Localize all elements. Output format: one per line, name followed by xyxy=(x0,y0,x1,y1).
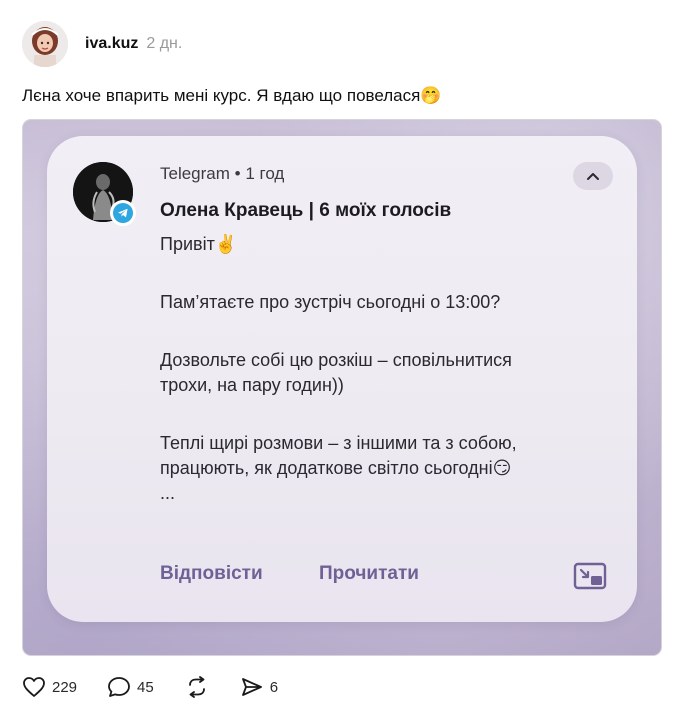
comment-icon xyxy=(108,677,130,697)
notification-sender: Олена Кравець | 6 моїх голосів xyxy=(160,200,452,221)
repost-button[interactable] xyxy=(184,676,210,698)
message-line: ... xyxy=(160,483,176,503)
chevron-up-icon xyxy=(587,173,599,180)
like-button[interactable]: 229 xyxy=(22,676,77,698)
telegram-badge xyxy=(110,200,136,226)
message-line: трохи, на пару годин)) xyxy=(160,375,344,395)
comment-button[interactable]: 45 xyxy=(107,676,154,698)
reply-button[interactable]: Відповісти xyxy=(160,563,263,585)
post-header: iva.kuz 2 дн. xyxy=(22,20,182,68)
send-icon xyxy=(241,678,262,696)
message-line: Теплі щирі розмови – з іншими та з собою… xyxy=(160,433,517,453)
message-line: Привіт✌️ xyxy=(160,234,238,254)
message-line: Дозвольте собі цю розкіш – сповільнитися xyxy=(160,350,512,370)
telegram-icon xyxy=(113,203,133,223)
author-name[interactable]: iva.kuz xyxy=(85,35,138,53)
collapse-button[interactable] xyxy=(573,162,613,190)
picture-in-picture-icon[interactable] xyxy=(573,562,607,590)
message-line: Пам’ятаєте про зустріч сьогодні о 13:00? xyxy=(160,292,501,312)
repost-icon xyxy=(188,676,205,698)
post-time: 2 дн. xyxy=(146,35,183,52)
notification-card: Telegram • 1 год Олена Кравець | 6 моїх … xyxy=(47,136,637,622)
like-count: 229 xyxy=(52,678,78,696)
comment-count: 45 xyxy=(137,678,154,696)
post-text: Лєна хоче впарить мені курс. Я вдаю що п… xyxy=(22,86,442,105)
share-button[interactable]: 6 xyxy=(240,676,278,698)
post-actions: 229 45 6 xyxy=(22,674,278,700)
share-count: 6 xyxy=(269,678,279,696)
notification-app-line: Telegram • 1 год xyxy=(160,164,285,183)
notification-message: Привіт✌️ Пам’ятаєте про зустріч сьогодні… xyxy=(160,232,620,506)
post-image[interactable]: Telegram • 1 год Олена Кравець | 6 моїх … xyxy=(22,119,662,656)
author-avatar[interactable] xyxy=(22,21,68,67)
heart-icon xyxy=(23,677,45,697)
mark-read-button[interactable]: Прочитати xyxy=(319,563,419,585)
message-line: працюють, як додаткове світло сьогодні😏 xyxy=(160,458,512,478)
